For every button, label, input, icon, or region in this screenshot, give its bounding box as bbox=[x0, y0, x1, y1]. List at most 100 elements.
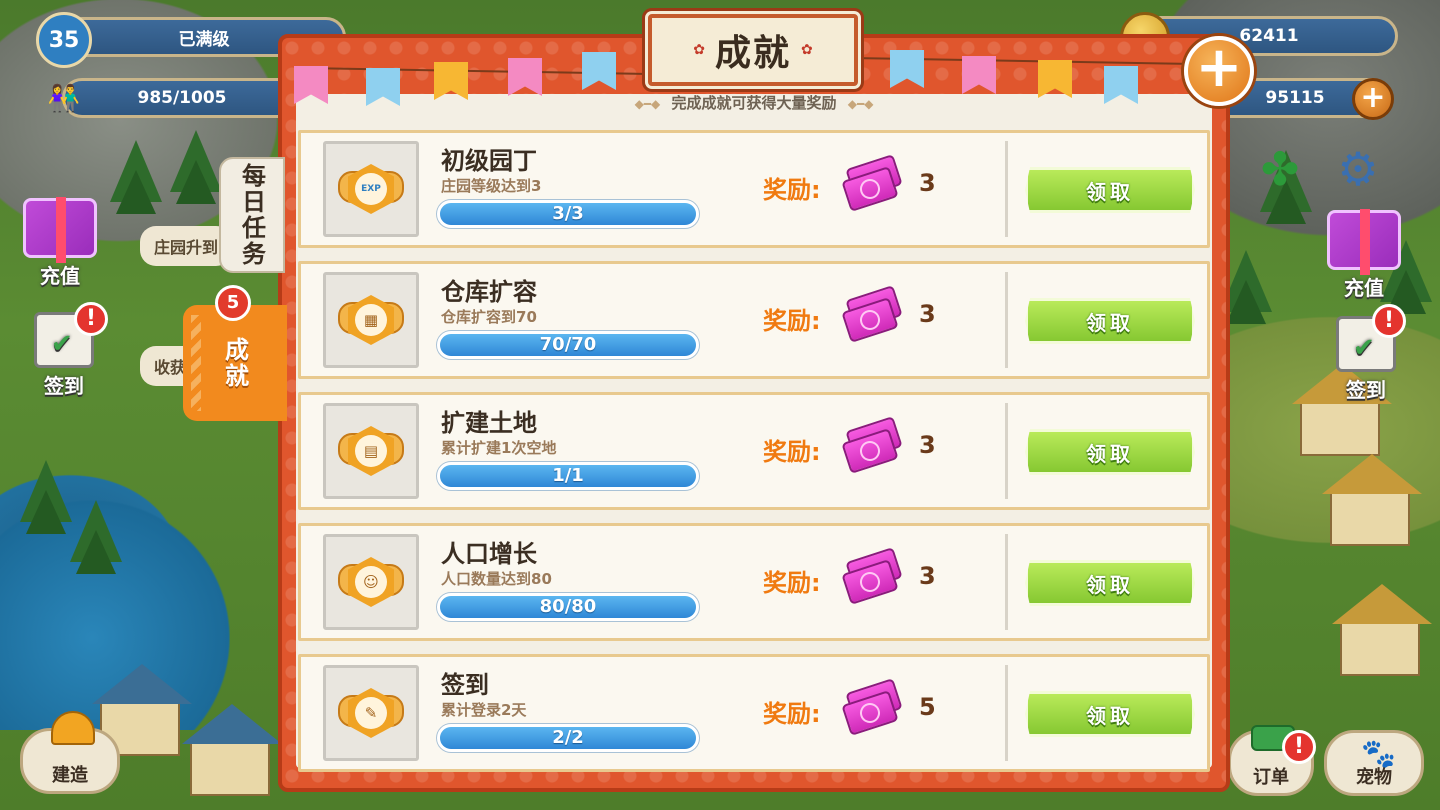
flower-icon: ✿ bbox=[801, 42, 813, 58]
tab-daily-label: 每日任务 bbox=[237, 163, 266, 267]
gem-value: 95115 bbox=[1265, 88, 1325, 108]
achievement-row: ☺ 人口增长 人口数量达到80 80/80 奖励: 3 领取 bbox=[298, 523, 1210, 641]
ticket-icon bbox=[841, 678, 905, 736]
achievement-icon-frame: ▤ bbox=[323, 403, 419, 499]
achievement-name: 扩建土地 bbox=[441, 409, 537, 437]
farm-house bbox=[1322, 454, 1422, 546]
claim-button[interactable]: 领取 bbox=[1025, 691, 1195, 737]
settings-gear-icon[interactable]: ⚙ bbox=[1330, 144, 1386, 194]
tree bbox=[170, 130, 222, 204]
achievement-name: 仓库扩容 bbox=[441, 278, 537, 306]
recharge-button-left[interactable]: 充值 bbox=[12, 197, 108, 289]
build-label: 建造 bbox=[52, 765, 88, 786]
tree bbox=[70, 500, 122, 574]
checkin-label: 签到 bbox=[44, 374, 84, 398]
badge-core: EXP bbox=[355, 173, 387, 205]
achievement-desc: 累计登录2天 bbox=[441, 701, 527, 719]
achievement-desc: 仓库扩容到70 bbox=[441, 308, 537, 326]
coin-value: 62411 bbox=[1239, 26, 1299, 46]
ticket-icon bbox=[841, 416, 905, 474]
tab-daily-tasks[interactable]: 每日任务 bbox=[219, 157, 285, 273]
tree bbox=[110, 140, 162, 214]
progress-text: 70/70 bbox=[539, 334, 597, 355]
achievements-count-badge: 5 bbox=[215, 285, 251, 321]
badge-core: ✎ bbox=[355, 697, 387, 729]
level-star-icon: 35 bbox=[36, 12, 92, 68]
farm-house bbox=[1332, 584, 1432, 676]
claim-button[interactable]: 领取 bbox=[1025, 560, 1195, 606]
tab-achievements-label: 成就 bbox=[220, 337, 249, 389]
reward-label: 奖励: bbox=[763, 438, 821, 466]
achievement-icon-frame: ✎ bbox=[323, 665, 419, 761]
population-value: 985/1005 bbox=[137, 88, 227, 108]
panel-subtitle: 完成成就可获得大量奖励 bbox=[600, 92, 908, 113]
alert-icon: ! bbox=[1282, 730, 1316, 764]
progress-text: 1/1 bbox=[552, 465, 584, 486]
ticket-icon bbox=[841, 547, 905, 605]
build-button[interactable]: 建造 bbox=[20, 711, 120, 794]
reward-count: 3 bbox=[919, 300, 936, 328]
tab-achievements[interactable]: 成就 bbox=[183, 305, 287, 421]
ticket-icon bbox=[841, 285, 905, 343]
achievement-icon-frame: ▦ bbox=[323, 272, 419, 368]
clover-icon[interactable]: ✤ bbox=[1252, 144, 1308, 194]
land-icon: ▤ bbox=[338, 421, 404, 481]
claim-label: 领取 bbox=[1086, 441, 1134, 466]
achievement-name: 人口增长 bbox=[441, 540, 537, 568]
alert-icon: ! bbox=[1372, 304, 1406, 338]
claim-label: 领取 bbox=[1086, 310, 1134, 335]
population-icon: ☺ bbox=[338, 552, 404, 612]
close-button[interactable]: + bbox=[1184, 36, 1254, 106]
claim-button[interactable]: 领取 bbox=[1025, 429, 1195, 475]
badge-core: ▦ bbox=[355, 304, 387, 336]
panel-title-plaque: ✿ 成就 ✿ bbox=[648, 14, 858, 86]
panel-subtitle-text: 完成成就可获得大量奖励 bbox=[671, 94, 837, 112]
badge-core: ▤ bbox=[355, 435, 387, 467]
add-gem-button[interactable]: + bbox=[1352, 78, 1394, 120]
row-divider bbox=[1005, 272, 1008, 368]
pets-button[interactable]: 🐾 宠物 bbox=[1324, 730, 1424, 796]
reward-count: 3 bbox=[919, 169, 936, 197]
claim-label: 领取 bbox=[1086, 572, 1134, 597]
row-divider bbox=[1005, 534, 1008, 630]
reward-label: 奖励: bbox=[763, 176, 821, 204]
tip-text: 收获 bbox=[154, 358, 187, 377]
claim-button[interactable]: 领取 bbox=[1025, 298, 1195, 344]
alert-icon: ! bbox=[74, 302, 108, 336]
claim-label: 领取 bbox=[1086, 703, 1134, 728]
badge-core: ☺ bbox=[355, 566, 387, 598]
orders-label: 订单 bbox=[1253, 767, 1289, 788]
row-divider bbox=[1005, 403, 1008, 499]
gift-icon bbox=[1327, 209, 1401, 275]
claim-label: 领取 bbox=[1086, 179, 1134, 204]
achievement-row: ▤ 扩建土地 累计扩建1次空地 1/1 奖励: 3 领取 bbox=[298, 392, 1210, 510]
recharge-label: 充值 bbox=[40, 264, 80, 288]
achievement-progress-bar: 2/2 bbox=[437, 724, 699, 752]
reward-label: 奖励: bbox=[763, 569, 821, 597]
ticket-icon bbox=[841, 154, 905, 212]
recharge-label: 充值 bbox=[1344, 276, 1384, 300]
farm-house bbox=[182, 704, 282, 796]
tip-text: 庄园升到 bbox=[154, 238, 219, 257]
reward-count: 3 bbox=[919, 431, 936, 459]
achievement-icon-frame: EXP bbox=[323, 141, 419, 237]
row-divider bbox=[1005, 665, 1008, 761]
progress-text: 2/2 bbox=[552, 727, 584, 748]
population-bar: 985/1005 bbox=[62, 78, 302, 118]
recharge-button-right[interactable]: 充值 bbox=[1316, 209, 1412, 301]
claim-button[interactable]: 领取 bbox=[1025, 167, 1195, 213]
reward-count: 5 bbox=[919, 693, 936, 721]
row-divider bbox=[1005, 141, 1008, 237]
progress-text: 3/3 bbox=[552, 203, 584, 224]
achievement-icon-frame: ☺ bbox=[323, 534, 419, 630]
achievement-progress-bar: 3/3 bbox=[437, 200, 699, 228]
panel-title: 成就 bbox=[714, 33, 791, 74]
checkin-icon: ✎ bbox=[338, 683, 404, 743]
achievement-desc: 人口数量达到80 bbox=[441, 570, 552, 588]
reward-label: 奖励: bbox=[763, 307, 821, 335]
achievement-row: ✎ 签到 累计登录2天 2/2 奖励: 5 领取 bbox=[298, 654, 1210, 772]
progress-text: 80/80 bbox=[539, 596, 597, 617]
exp-icon: EXP bbox=[338, 159, 404, 219]
farm-house bbox=[1292, 364, 1392, 456]
achievement-desc: 累计扩建1次空地 bbox=[441, 439, 557, 457]
